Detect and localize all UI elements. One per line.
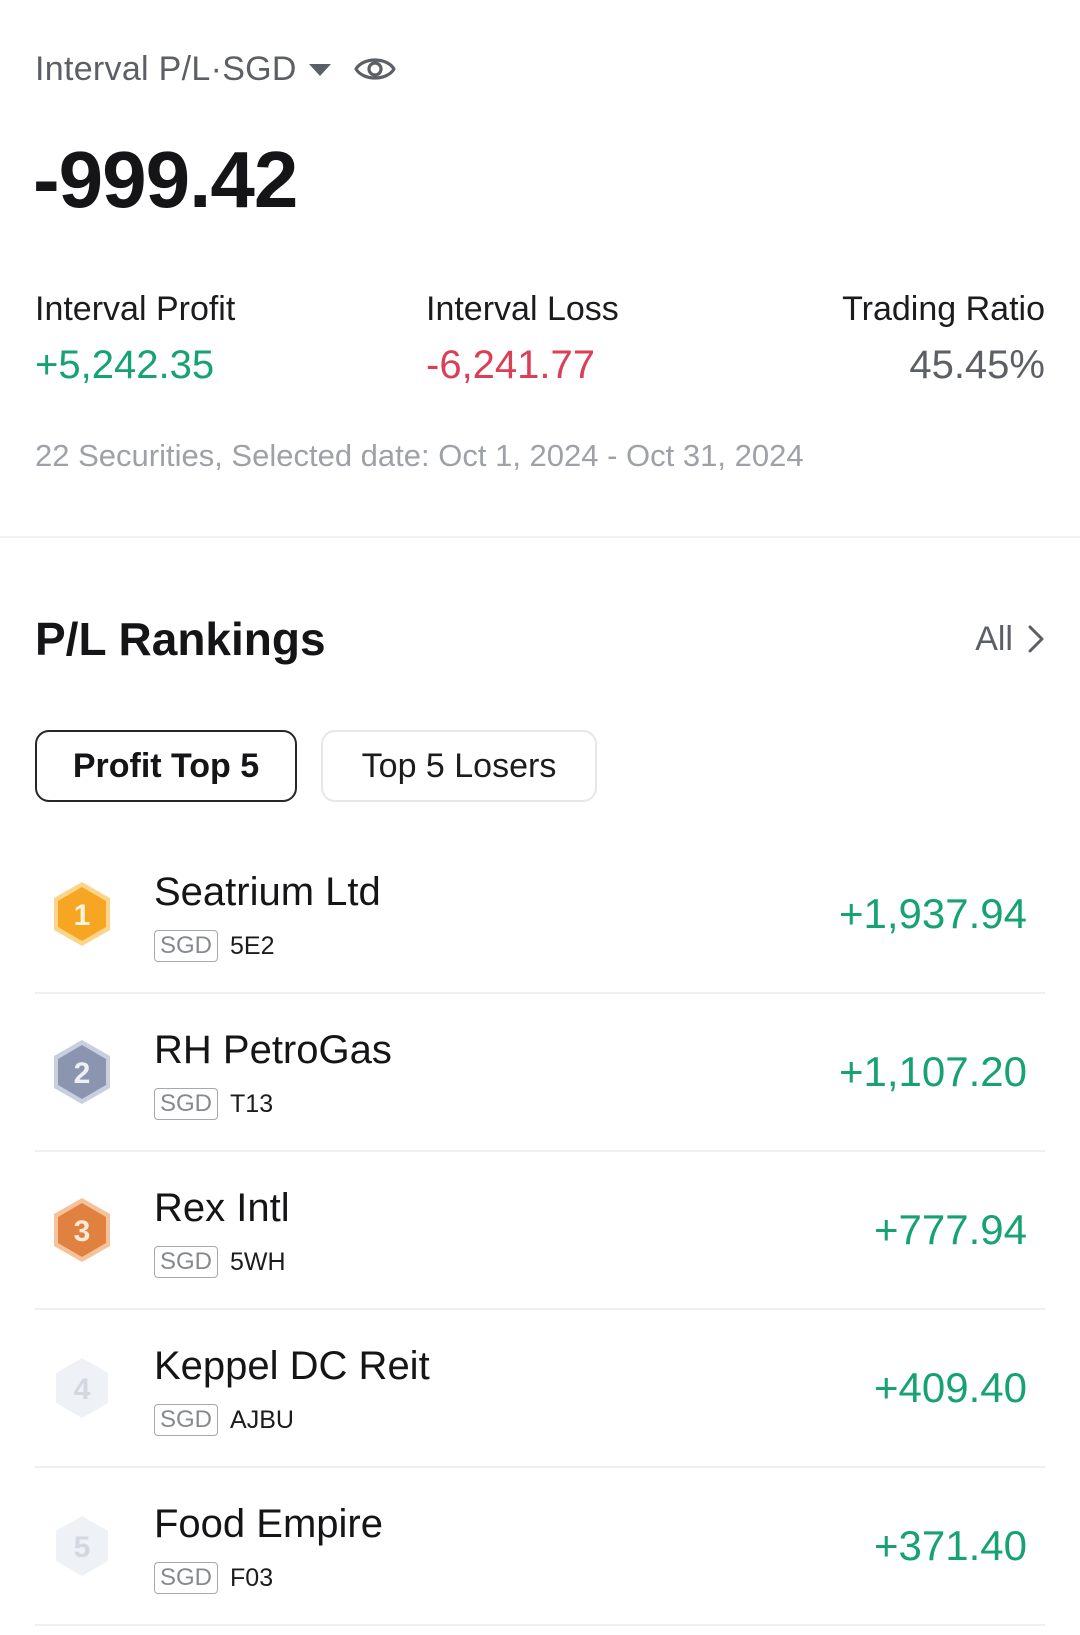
security-meta: SGD T13 <box>154 1088 273 1120</box>
list-item[interactable]: 5 Food Empire SGD F03 +371.40 <box>35 1468 1045 1626</box>
list-item[interactable]: 1 Seatrium Ltd SGD 5E2 +1,937.94 <box>35 836 1045 994</box>
rankings-header: P/L Rankings All <box>35 612 1045 666</box>
pl-amount: +371.40 <box>874 1522 1027 1569</box>
tab-top-5-losers[interactable]: Top 5 Losers <box>321 730 597 802</box>
svg-text:5: 5 <box>74 1531 91 1564</box>
currency-badge: SGD <box>154 930 219 962</box>
security-meta: SGD 5E2 <box>154 930 275 962</box>
pl-amount: +1,107.20 <box>838 1048 1027 1095</box>
svg-text:2: 2 <box>74 1057 91 1090</box>
rank-4-badge-icon: 4 <box>56 1358 108 1418</box>
currency-badge: SGD <box>154 1562 219 1594</box>
trading-ratio-label: Trading Ratio <box>842 290 1045 328</box>
interval-pl-value: -999.42 <box>33 135 298 224</box>
pl-summary: Interval P/L·SGD -999.42 Interval Profit… <box>0 0 1080 536</box>
trading-ratio-stat: Trading Ratio 45.45% <box>842 290 1045 388</box>
rank-3-badge-icon: 3 <box>54 1198 110 1262</box>
interval-profit-label: Interval Profit <box>35 290 236 328</box>
svg-text:3: 3 <box>74 1215 91 1248</box>
ticker-code: T13 <box>230 1089 274 1118</box>
ranking-list: 1 Seatrium Ltd SGD 5E2 +1,937.94 2 RH Pe… <box>35 836 1045 1626</box>
all-link-label: All <box>975 619 1013 658</box>
interval-loss-label: Interval Loss <box>426 290 619 328</box>
pl-amount: +409.40 <box>874 1364 1027 1411</box>
ranking-tabs: Profit Top 5 Top 5 Losers <box>35 730 621 802</box>
caret-down-icon[interactable] <box>308 64 331 76</box>
rank-1-badge-icon: 1 <box>54 882 110 946</box>
section-divider <box>0 536 1080 538</box>
pl-amount: +1,937.94 <box>838 890 1027 937</box>
security-name: Seatrium Ltd <box>154 870 381 914</box>
security-meta: SGD F03 <box>154 1562 273 1594</box>
list-item[interactable]: 2 RH PetroGas SGD T13 +1,107.20 <box>35 994 1045 1152</box>
ticker-code: AJBU <box>230 1405 294 1434</box>
svg-text:1: 1 <box>74 899 91 932</box>
svg-text:4: 4 <box>74 1373 91 1406</box>
security-name: Food Empire <box>154 1502 383 1546</box>
list-item[interactable]: 4 Keppel DC Reit SGD AJBU +409.40 <box>35 1310 1045 1468</box>
currency-badge: SGD <box>154 1404 219 1436</box>
ticker-code: 5E2 <box>230 931 275 960</box>
interval-loss-stat: Interval Loss -6,241.77 <box>426 290 619 388</box>
tab-profit-top-5[interactable]: Profit Top 5 <box>35 730 297 802</box>
interval-loss-value: -6,241.77 <box>426 343 596 387</box>
eye-icon[interactable] <box>353 51 397 87</box>
security-name: RH PetroGas <box>154 1028 392 1072</box>
interval-profit-value: +5,242.35 <box>35 343 215 387</box>
trading-ratio-value: 45.45% <box>909 343 1045 387</box>
rank-2-badge-icon: 2 <box>54 1040 110 1104</box>
security-name: Keppel DC Reit <box>154 1344 430 1388</box>
security-meta: SGD AJBU <box>154 1404 294 1436</box>
security-name: Rex Intl <box>154 1186 290 1230</box>
security-meta: SGD 5WH <box>154 1246 286 1278</box>
ticker-code: F03 <box>230 1563 274 1592</box>
interval-profit-stat: Interval Profit +5,242.35 <box>35 290 235 388</box>
all-rankings-link[interactable]: All <box>975 620 1045 659</box>
rank-5-badge-icon: 5 <box>56 1516 108 1576</box>
currency-selector[interactable]: Interval P/L·SGD <box>35 44 397 94</box>
pl-amount: +777.94 <box>874 1206 1027 1253</box>
currency-badge: SGD <box>154 1246 219 1278</box>
list-item[interactable]: 3 Rex Intl SGD 5WH +777.94 <box>35 1152 1045 1310</box>
ticker-code: 5WH <box>230 1247 286 1276</box>
pl-title: Interval P/L·SGD <box>35 49 297 88</box>
chevron-right-icon <box>1028 625 1044 653</box>
currency-badge: SGD <box>154 1088 219 1120</box>
securities-date-note: 22 Securities, Selected date: Oct 1, 202… <box>35 438 804 473</box>
rankings-title: P/L Rankings <box>35 613 326 665</box>
